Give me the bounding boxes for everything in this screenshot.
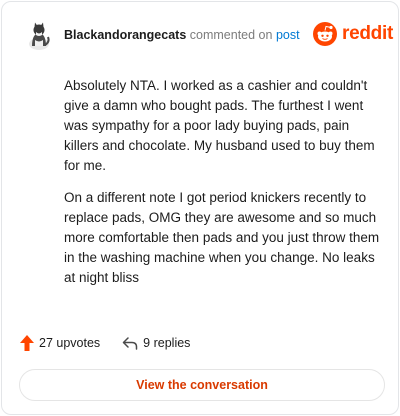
comment-header: Blackandorangecats commented on post [64,28,300,43]
view-conversation-button[interactable]: View the conversation [19,369,385,401]
post-link[interactable]: post [276,28,300,42]
reddit-wordmark: reddit [342,23,393,44]
upvotes-count: 27 upvotes [39,336,101,350]
upvotes-stat[interactable]: 27 upvotes [20,335,100,351]
comment-footer: 27 upvotes 9 replies [20,335,190,351]
comment-paragraph: Absolutely NTA. I worked as a cashier an… [64,78,375,173]
reddit-snoo-icon [313,22,337,46]
user-avatar[interactable] [26,20,52,50]
upvote-arrow-icon [20,335,34,351]
comment-body: Absolutely NTA. I worked as a cashier an… [64,76,382,300]
comment-paragraph: On a different note I got period knicker… [64,190,380,285]
comment-action-text: commented on [189,28,273,42]
replies-stat[interactable]: 9 replies [122,336,190,350]
embedded-comment-card: Blackandorangecats commented on post red… [1,1,399,415]
reply-arrow-icon [122,337,138,350]
reddit-logo[interactable]: reddit [313,22,393,46]
replies-count: 9 replies [143,336,191,350]
username-link[interactable]: Blackandorangecats [64,28,186,42]
